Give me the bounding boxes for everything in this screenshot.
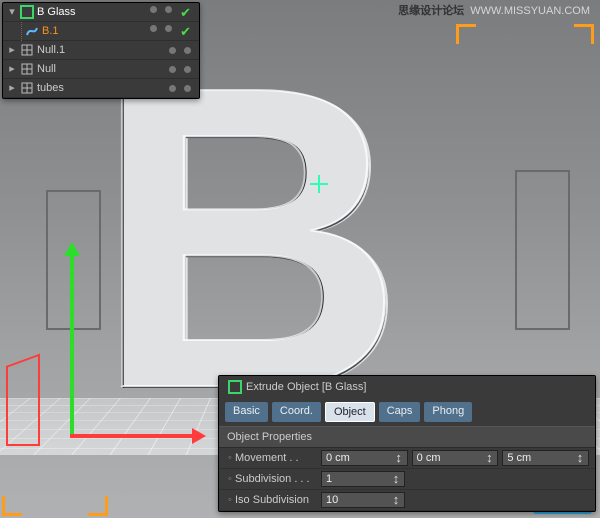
spinner-icon[interactable]: ↕ (392, 475, 400, 483)
spline-icon (25, 24, 39, 38)
visibility-dot-icon[interactable] (169, 47, 176, 54)
tab-coord[interactable]: Coord. (272, 402, 321, 422)
disclosure-icon[interactable]: ◦ (225, 493, 235, 507)
spinner-icon[interactable]: ↕ (395, 454, 403, 462)
tab-caps[interactable]: Caps (379, 402, 421, 422)
om-row-null[interactable]: ▸ Null (3, 60, 199, 79)
watermark-top: 思缘设计论坛 WWW.MISSYUAN.COM (398, 6, 590, 17)
om-label[interactable]: Null (37, 62, 56, 76)
disclosure-icon[interactable]: ◦ (225, 472, 235, 486)
om-label[interactable]: Null.1 (37, 43, 65, 57)
selection-bracket-icon (2, 496, 22, 516)
subdivision-field[interactable]: 1↕ (321, 471, 405, 487)
watermark-top-cn: 思缘设计论坛 (398, 5, 464, 17)
iso-field[interactable]: 10↕ (321, 492, 405, 508)
prop-subdivision: ◦ Subdivision . . . 1↕ (219, 469, 595, 490)
scaffold-right (515, 170, 570, 330)
axis-x-icon[interactable] (70, 434, 200, 438)
nurbs-icon (20, 5, 34, 19)
spinner-icon[interactable]: ↕ (485, 454, 493, 462)
object-manager-panel[interactable]: ▾ B Glass ✔ B.1 ✔ ▸ Null.1 ▸ (2, 2, 200, 99)
om-row-b1[interactable]: B.1 ✔ (3, 22, 199, 41)
render-dot-icon[interactable] (165, 6, 172, 13)
selection-bracket-icon (574, 24, 594, 44)
attr-header: Extrude Object [B Glass] (219, 376, 595, 398)
movement-x-field[interactable]: 0 cm↕ (321, 450, 408, 466)
disclosure-icon[interactable]: ◦ (225, 451, 235, 465)
movement-y-field[interactable]: 0 cm↕ (412, 450, 499, 466)
enable-check-icon[interactable]: ✔ (180, 6, 191, 19)
visibility-dot-icon[interactable] (169, 85, 176, 92)
om-label[interactable]: B.1 (42, 24, 59, 38)
tree-expand-icon[interactable]: ▸ (7, 43, 17, 57)
axis-center-cross-icon (310, 175, 328, 193)
camera-frustum-icon (6, 366, 40, 446)
visibility-dot-icon[interactable] (169, 66, 176, 73)
section-title: Object Properties (219, 426, 595, 448)
om-label[interactable]: B Glass (37, 5, 76, 19)
spinner-icon[interactable]: ↕ (392, 496, 400, 504)
tree-expand-icon[interactable]: ▸ (7, 81, 17, 95)
render-dot-icon[interactable] (184, 47, 191, 54)
prop-label: Movement . . (235, 451, 321, 465)
render-dot-icon[interactable] (165, 25, 172, 32)
om-label[interactable]: tubes (37, 81, 64, 95)
om-row-tubes[interactable]: ▸ tubes (3, 79, 199, 98)
tree-collapse-icon[interactable]: ▾ (7, 5, 17, 19)
attribute-panel[interactable]: Extrude Object [B Glass] Basic Coord. Ob… (218, 375, 596, 512)
tab-phong[interactable]: Phong (424, 402, 472, 422)
visibility-dot-icon[interactable] (150, 25, 157, 32)
watermark-top-url: WWW.MISSYUAN.COM (470, 5, 590, 17)
prop-movement: ◦ Movement . . 0 cm↕ 0 cm↕ 5 cm↕ (219, 448, 595, 469)
om-row-bglass[interactable]: ▾ B Glass ✔ (3, 3, 199, 22)
axis-gizmo[interactable] (70, 248, 72, 438)
render-dot-icon[interactable] (184, 66, 191, 73)
visibility-dot-icon[interactable] (150, 6, 157, 13)
selection-bracket-icon (456, 24, 476, 44)
tab-basic[interactable]: Basic (225, 402, 268, 422)
nurbs-icon (228, 380, 242, 394)
spinner-icon[interactable]: ↕ (576, 454, 584, 462)
selection-bracket-icon (88, 496, 108, 516)
tab-object[interactable]: Object (325, 402, 375, 422)
enable-check-icon[interactable]: ✔ (180, 25, 191, 38)
axis-y-icon[interactable] (70, 248, 74, 438)
attr-title: Extrude Object [B Glass] (246, 380, 366, 394)
null-icon (20, 81, 34, 95)
om-row-null1[interactable]: ▸ Null.1 (3, 41, 199, 60)
prop-iso: ◦ Iso Subdivision 10↕ (219, 490, 595, 511)
prop-label: Iso Subdivision (235, 493, 321, 507)
render-dot-icon[interactable] (184, 85, 191, 92)
tree-expand-icon[interactable]: ▸ (7, 62, 17, 76)
null-icon (20, 62, 34, 76)
movement-z-field[interactable]: 5 cm↕ (502, 450, 589, 466)
attr-tabs: Basic Coord. Object Caps Phong (219, 398, 595, 426)
null-icon (20, 43, 34, 57)
prop-label: Subdivision . . . (235, 472, 321, 486)
